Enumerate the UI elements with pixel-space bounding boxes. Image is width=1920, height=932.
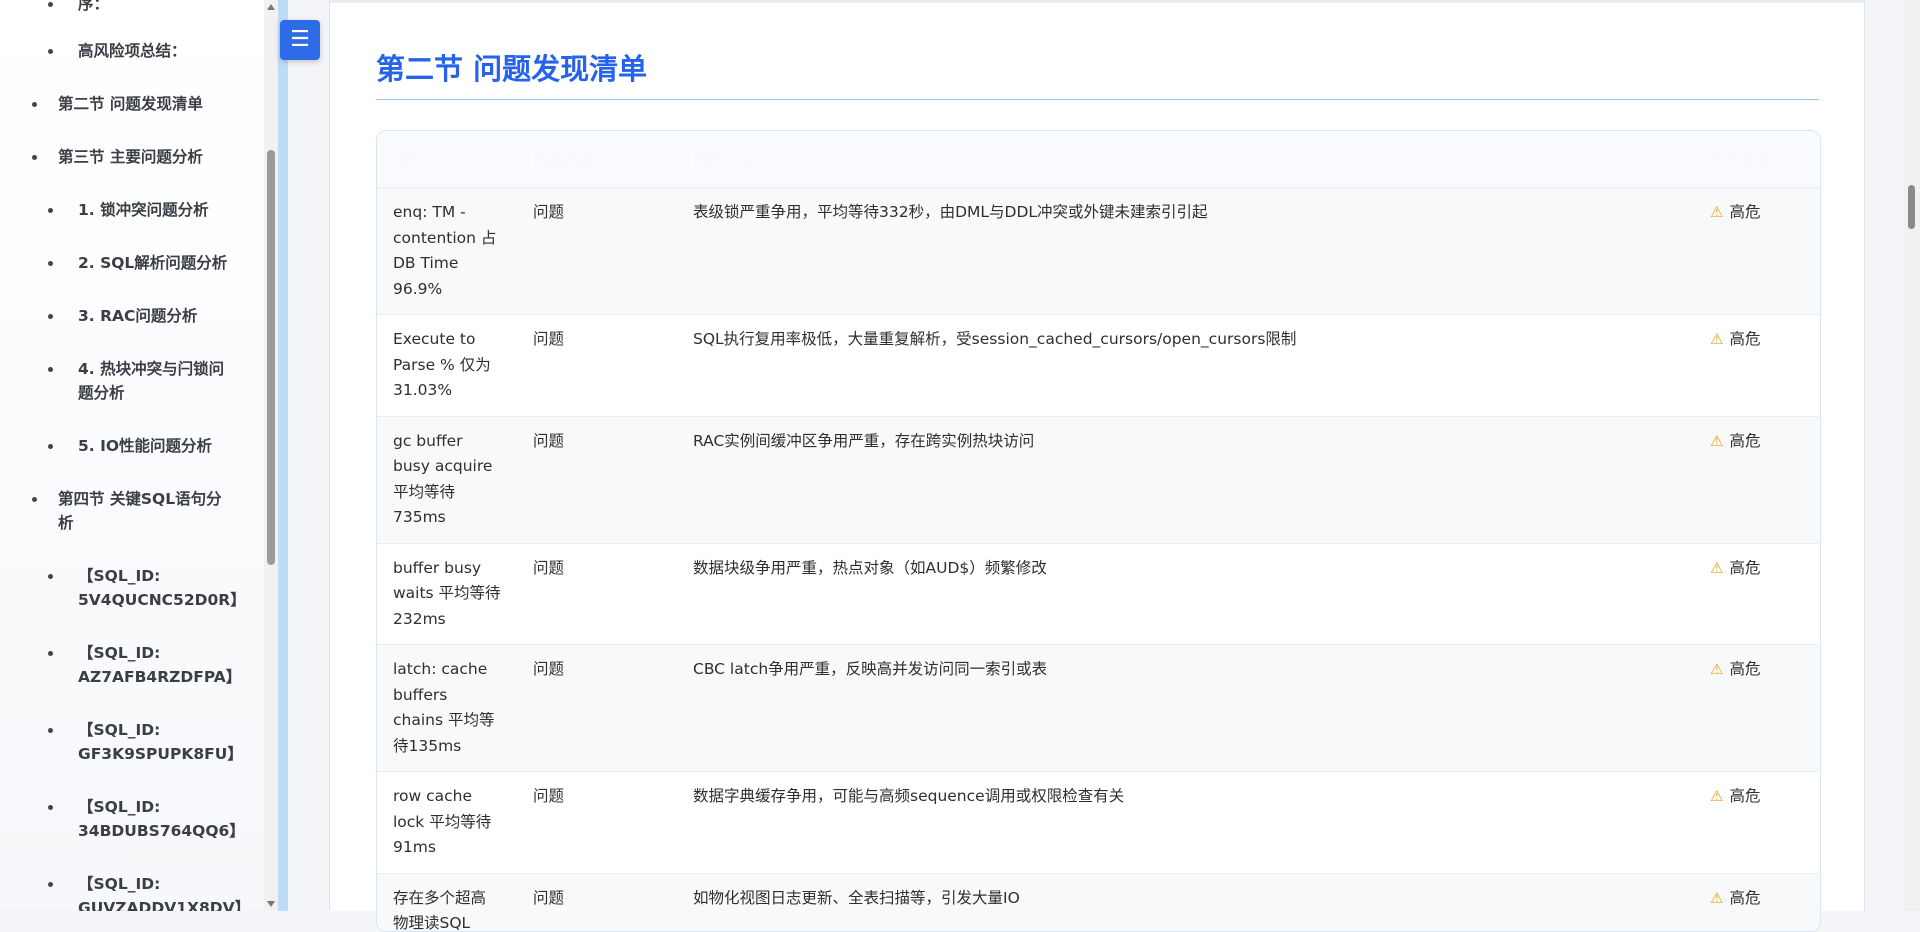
cell-reason: 数据字典缓存争用，可能与高频sequence调用或权限检查有关	[693, 787, 1125, 805]
section-title: 第二节 问题发现清单	[376, 52, 648, 86]
header-reason: 原因分析	[677, 131, 1694, 188]
toc-item-high-risk-summary[interactable]: 高风险项总结：	[48, 39, 187, 63]
warning-icon: ⚠	[1710, 888, 1724, 907]
table-row: enq: TM - contention 占 DB Time 96.9% 问题 …	[377, 187, 1820, 315]
cell-risk: ⚠ 高危	[1694, 772, 1820, 874]
warning-icon: ⚠	[1710, 330, 1724, 348]
cell-symptom: row cache lock 平均等待91ms	[393, 787, 492, 856]
risk-label: 高危	[1729, 431, 1761, 450]
header-risk: 风险等级	[1694, 131, 1820, 188]
toc-item-sql-1[interactable]: 【SQL_ID: 5V4QUCNC52D0R】	[48, 564, 246, 612]
toc-item-section-4[interactable]: 第四节 关键SQL语句分析	[32, 487, 228, 535]
toc-item-preface[interactable]: 序：	[47, 0, 109, 16]
table-row: Execute to Parse % 仅为 31.03% 问题 SQL执行复用率…	[377, 314, 1820, 417]
warning-icon: ⚠	[1710, 431, 1724, 450]
cell-risk: ⚠ 高危	[1694, 873, 1820, 931]
toc-item-lock-analysis[interactable]: 1. 锁冲突问题分析	[48, 198, 209, 222]
toc-item-sql-4[interactable]: 【SQL_ID: 34BDUBS764QQ6】	[48, 795, 245, 843]
cell-risk: ⚠ 高危	[1694, 188, 1820, 315]
risk-label: 高危	[1729, 558, 1761, 577]
header-symptom: 现象	[377, 131, 517, 188]
cell-type: 问题	[533, 787, 565, 805]
cell-risk: ⚠ 高危	[1694, 315, 1820, 417]
table-header-row: 现象 问题类型 原因分析 风险等级	[377, 131, 1820, 188]
toc-item-sql-parse-analysis[interactable]: 2. SQL解析问题分析	[47, 251, 227, 275]
cell-symptom: latch: cache buffers chains 平均等待135ms	[393, 660, 495, 755]
cell-reason: 如物化视图日志更新、全表扫描等，引发大量IO	[693, 888, 1020, 907]
toc-item-hot-block-analysis[interactable]: 4. 热块冲突与闩锁问题分析	[48, 357, 238, 405]
menu-icon: ☰	[290, 27, 310, 52]
title-underline	[376, 99, 1819, 100]
sidebar-scroll-thumb[interactable]	[267, 150, 275, 565]
cell-type: 问题	[533, 431, 565, 450]
top-divider	[330, 0, 1864, 3]
toc-item-sql-5[interactable]: 【SQL_ID: GUVZADDV1X8DV】	[48, 872, 250, 911]
cell-symptom: Execute to Parse % 仅为 31.03%	[393, 330, 491, 399]
warning-icon: ⚠	[1710, 660, 1724, 678]
cell-reason: SQL执行复用率极低，大量重复解析，受session_cached_cursor…	[693, 330, 1297, 348]
cell-risk: ⚠ 高危	[1694, 543, 1820, 645]
table-row: buffer busy waits 平均等待232ms 问题 数据块级争用严重，…	[377, 543, 1820, 645]
cell-symptom: enq: TM - contention 占 DB Time 96.9%	[393, 203, 497, 298]
cell-risk: ⚠ 高危	[1694, 416, 1820, 543]
risk-label: 高危	[1729, 203, 1761, 221]
toc-item-section-3[interactable]: 第三节 主要问题分析	[32, 145, 203, 169]
risk-label: 高危	[1729, 660, 1761, 678]
sidebar-scrollbar[interactable]	[264, 0, 278, 911]
risk-label: 高危	[1729, 888, 1761, 907]
warning-icon: ⚠	[1710, 203, 1724, 221]
toc-sidebar: 序： 高风险项总结： 第二节 问题发现清单 第三节 主要问题分析 1. 锁冲突问…	[0, 0, 264, 911]
cell-symptom: gc buffer busy acquire 平均等待735ms	[393, 431, 493, 527]
toc-item-section-2[interactable]: 第二节 问题发现清单	[32, 92, 203, 116]
toc-item-rac-analysis[interactable]: 3. RAC问题分析	[47, 304, 197, 328]
page-scroll-thumb[interactable]	[1908, 185, 1915, 229]
scroll-down-arrow-icon[interactable]	[267, 901, 275, 907]
warning-icon: ⚠	[1710, 558, 1724, 577]
toc-item-sql-2[interactable]: 【SQL_ID: AZ7AFB4RZDFPA】	[48, 641, 241, 689]
table-row: gc buffer busy acquire 平均等待735ms 问题 RAC实…	[377, 416, 1820, 543]
cell-symptom: buffer busy waits 平均等待232ms	[393, 558, 501, 628]
toc-item-sql-3[interactable]: 【SQL_ID: GF3K9SPUPK8FU】	[48, 718, 243, 766]
table-row: latch: cache buffers chains 平均等待135ms 问题…	[377, 644, 1820, 772]
cell-type: 问题	[533, 888, 565, 907]
cell-type: 问题	[533, 558, 565, 577]
cell-type: 问题	[533, 203, 565, 221]
table-row: 存在多个超高物理读SQL 问题 如物化视图日志更新、全表扫描等，引发大量IO ⚠…	[377, 873, 1820, 932]
cell-reason: CBC latch争用严重，反映高并发访问同一索引或表	[693, 660, 1048, 678]
cell-reason: 表级锁严重争用，平均等待332秒，由DML与DDL冲突或外键未建索引引起	[693, 203, 1208, 221]
risk-label: 高危	[1729, 787, 1761, 805]
cell-type: 问题	[533, 330, 565, 348]
issue-table: 现象 问题类型 原因分析 风险等级 enq: TM - contention 占…	[377, 131, 1820, 932]
cell-symptom: 存在多个超高物理读SQL	[393, 888, 487, 932]
warning-icon: ⚠	[1710, 787, 1724, 805]
main-content: 第二节 问题发现清单 现象 问题类型 原因分析 风险等级 enq: TM - c…	[329, 0, 1865, 932]
table-row: row cache lock 平均等待91ms 问题 数据字典缓存争用，可能与高…	[377, 771, 1820, 874]
scroll-up-arrow-icon[interactable]	[267, 4, 275, 10]
cell-type: 问题	[533, 660, 565, 678]
cell-reason: RAC实例间缓冲区争用严重，存在跨实例热块访问	[693, 431, 1035, 450]
header-type: 问题类型	[517, 131, 677, 188]
issue-table-container: 现象 问题类型 原因分析 风险等级 enq: TM - contention 占…	[376, 130, 1821, 932]
cell-risk: ⚠ 高危	[1694, 645, 1820, 772]
toc-item-io-analysis[interactable]: 5. IO性能问题分析	[47, 434, 212, 458]
toggle-sidebar-button[interactable]: ☰	[280, 20, 320, 60]
cell-reason: 数据块级争用严重，热点对象（如AUD$）频繁修改	[693, 558, 1047, 577]
risk-label: 高危	[1729, 330, 1761, 348]
sidebar-divider	[278, 0, 288, 911]
page-scrollbar[interactable]	[1903, 0, 1920, 911]
